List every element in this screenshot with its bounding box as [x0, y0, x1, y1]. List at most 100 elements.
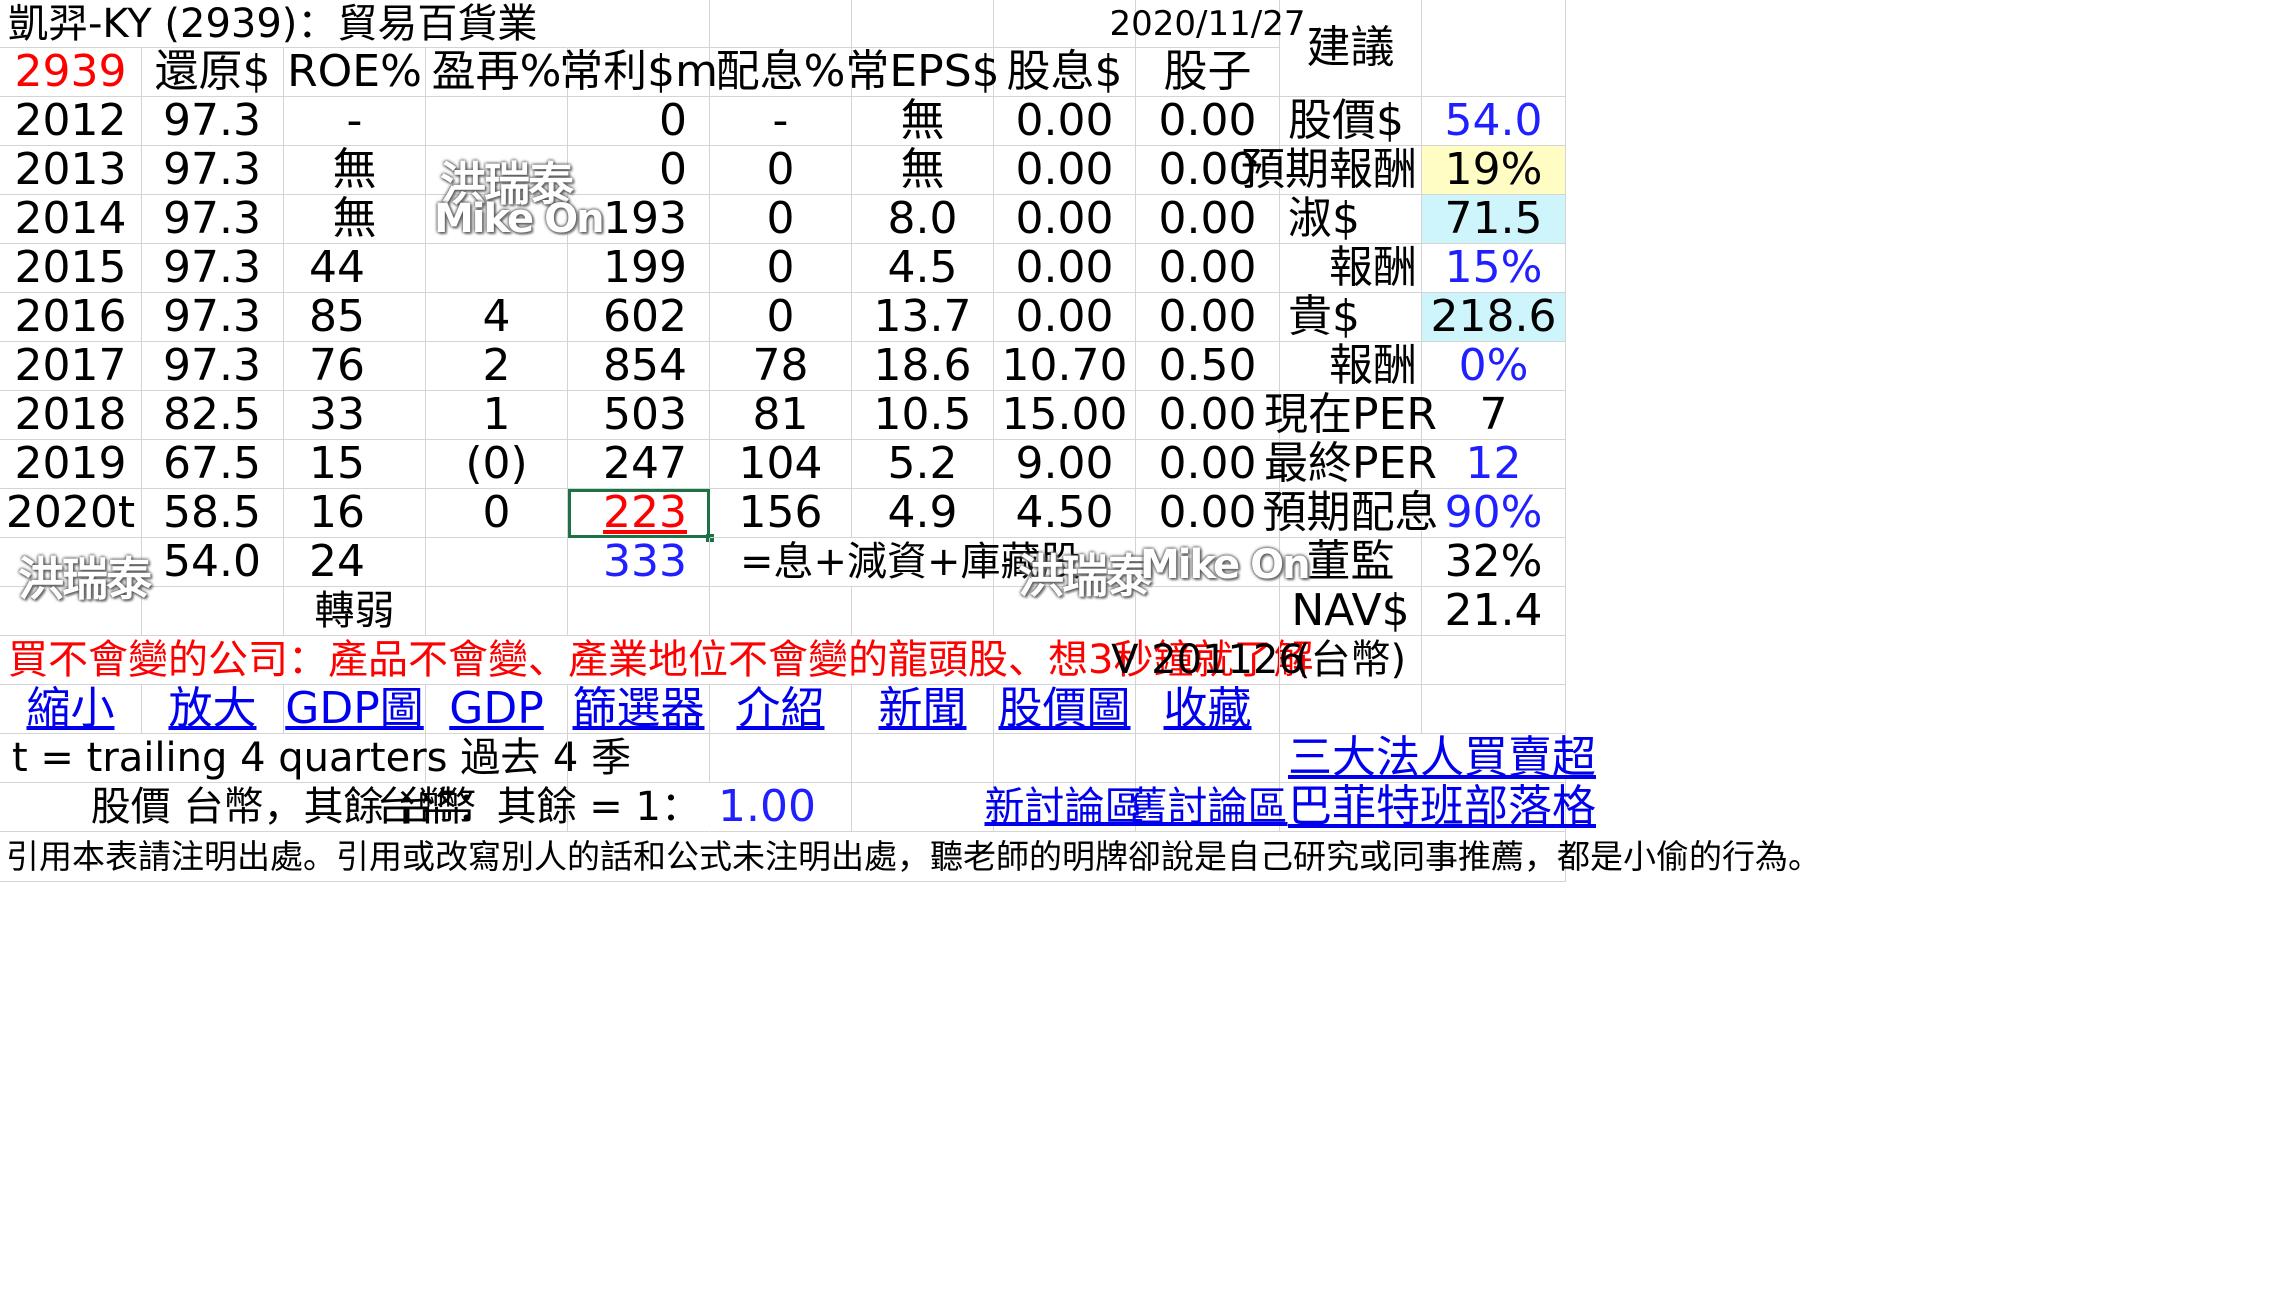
nav-label[interactable]: NAV$	[1280, 587, 1422, 636]
cell-blank[interactable]	[142, 587, 284, 636]
price-label[interactable]: 股價$	[1280, 97, 1422, 146]
cell-blank[interactable]	[568, 734, 710, 783]
cell-blank[interactable]	[710, 0, 852, 48]
cell-blank[interactable]	[0, 538, 142, 587]
selected-cell[interactable]: 223	[568, 489, 714, 542]
cell-blank[interactable]	[426, 587, 568, 636]
row-profit[interactable]: 193	[568, 195, 710, 244]
row-year[interactable]: 2019	[0, 440, 142, 489]
row-stock-dividend[interactable]: 0.00	[1136, 440, 1280, 489]
gdp-link[interactable]: GDP	[449, 687, 544, 731]
cheap-price-label[interactable]: 淑$	[1280, 195, 1422, 244]
institutional-link[interactable]: 三大法人買賣超	[1288, 736, 1596, 780]
cell-blank[interactable]	[852, 734, 994, 783]
cell-blank[interactable]	[852, 0, 994, 48]
col-header-reinvest[interactable]: 盈再%	[426, 48, 568, 97]
row-eps[interactable]: 無	[852, 146, 994, 195]
row-dividend[interactable]: 4.50	[994, 489, 1136, 538]
row-stock-dividend[interactable]: 0.00	[1136, 195, 1280, 244]
cell-blank[interactable]	[994, 734, 1136, 783]
fx-label[interactable]: 台幣：其餘 = 1：	[377, 783, 710, 832]
cell-blank[interactable]	[994, 587, 1136, 636]
row-roe[interactable]: 15	[284, 440, 426, 489]
row-restore[interactable]: 97.3	[142, 146, 284, 195]
summary-roe[interactable]: 24	[284, 538, 426, 587]
row-stock-dividend[interactable]: 0.50	[1136, 342, 1280, 391]
row-dividend[interactable]: 0.00	[994, 244, 1136, 293]
row-year[interactable]: 2016	[0, 293, 142, 342]
row-roe[interactable]: 16	[284, 489, 426, 538]
row-restore[interactable]: 67.5	[142, 440, 284, 489]
cell-blank[interactable]	[1422, 636, 1566, 685]
row-dividend[interactable]: 0.00	[994, 293, 1136, 342]
price-chart-link[interactable]: 股價圖	[999, 687, 1131, 731]
price-value[interactable]: 54.0	[1422, 97, 1566, 146]
row-payout[interactable]: 0	[710, 244, 852, 293]
row-roe[interactable]: 無	[284, 146, 426, 195]
cell-blank[interactable]	[1280, 685, 1422, 734]
row-payout[interactable]: 0	[710, 146, 852, 195]
directors-value[interactable]: 32%	[1422, 538, 1566, 587]
row-restore[interactable]: 97.3	[142, 244, 284, 293]
expected-return-label[interactable]: 預期報酬	[1241, 146, 1422, 195]
summary-restore[interactable]: 54.0	[142, 538, 284, 587]
row-reinvest[interactable]: (0)	[426, 440, 568, 489]
sheet-title[interactable]: 凱羿-KY (2939)：貿易百貨業	[0, 0, 568, 48]
col-header-eps[interactable]: 常EPS$	[845, 48, 1000, 97]
col-header-payout[interactable]: 配息%	[710, 48, 852, 97]
cell-blank[interactable]	[710, 587, 852, 636]
row-profit[interactable]: 199	[568, 244, 710, 293]
cheap-price-value[interactable]: 71.5	[1422, 195, 1566, 244]
row-restore[interactable]: 97.3	[142, 293, 284, 342]
row-year[interactable]: 2013	[0, 146, 142, 195]
stock-code[interactable]: 2939	[0, 48, 142, 97]
row-restore[interactable]: 97.3	[142, 342, 284, 391]
row-payout[interactable]: 81	[710, 391, 852, 440]
cell-blank[interactable]	[710, 734, 852, 783]
nav-value[interactable]: 21.4	[1422, 587, 1566, 636]
row-stock-dividend[interactable]: 0.00	[1136, 97, 1280, 146]
version[interactable]: V 201126	[1111, 636, 1304, 685]
cell-blank[interactable]	[1136, 587, 1280, 636]
summary-profit[interactable]: 333	[568, 538, 710, 587]
report-date[interactable]: 2020/11/27	[1110, 0, 1305, 48]
fx-value[interactable]: 1.00	[710, 783, 852, 832]
cell-blank[interactable]	[426, 734, 568, 783]
row-profit[interactable]: 854	[568, 342, 710, 391]
row-eps[interactable]: 4.9	[852, 489, 994, 538]
old-forum-link[interactable]: 舊討論區	[1128, 787, 1288, 827]
row-dividend[interactable]: 0.00	[994, 195, 1136, 244]
row-roe[interactable]: 44	[284, 244, 426, 293]
row-restore[interactable]: 58.5	[142, 489, 284, 538]
payout-expected-value[interactable]: 90%	[1422, 489, 1566, 538]
row-year[interactable]: 2015	[0, 244, 142, 293]
row-payout[interactable]: 0	[710, 195, 852, 244]
row-stock-dividend[interactable]: 0.00	[1136, 244, 1280, 293]
row-roe[interactable]: 85	[284, 293, 426, 342]
trailing-note[interactable]: t = trailing 4 quarters 過去 4 季	[0, 734, 631, 783]
row-eps[interactable]: 5.2	[852, 440, 994, 489]
screener-link[interactable]: 篩選器	[573, 687, 705, 731]
cell-blank[interactable]	[568, 0, 710, 48]
row-roe[interactable]: 76	[284, 342, 426, 391]
expensive-price-label[interactable]: 貴$	[1280, 293, 1422, 342]
row-reinvest[interactable]: 0	[426, 489, 568, 538]
cell-blank[interactable]	[568, 587, 710, 636]
cell-blank[interactable]	[994, 538, 1136, 587]
expensive-return-label[interactable]: 報酬	[1280, 342, 1422, 391]
shrink-link[interactable]: 縮小	[27, 687, 115, 731]
cell-blank[interactable]	[1136, 734, 1280, 783]
row-dividend[interactable]: 0.00	[994, 97, 1136, 146]
col-header-restore[interactable]: 還原$	[142, 48, 284, 97]
cheap-return-value[interactable]: 15%	[1422, 244, 1566, 293]
row-reinvest[interactable]	[426, 244, 568, 293]
col-header-stock-dividend[interactable]: 股子	[1136, 48, 1280, 97]
row-eps[interactable]: 4.5	[852, 244, 994, 293]
row-roe[interactable]: 無	[284, 195, 426, 244]
row-eps[interactable]: 無	[852, 97, 994, 146]
buffett-blog-link[interactable]: 巴菲特班部落格	[1288, 785, 1596, 829]
row-payout[interactable]: 0	[710, 293, 852, 342]
suggest-label[interactable]: 建議	[1280, 0, 1422, 97]
row-dividend[interactable]: 0.00	[994, 146, 1136, 195]
per-now-label[interactable]: 現在PER	[1264, 391, 1437, 440]
